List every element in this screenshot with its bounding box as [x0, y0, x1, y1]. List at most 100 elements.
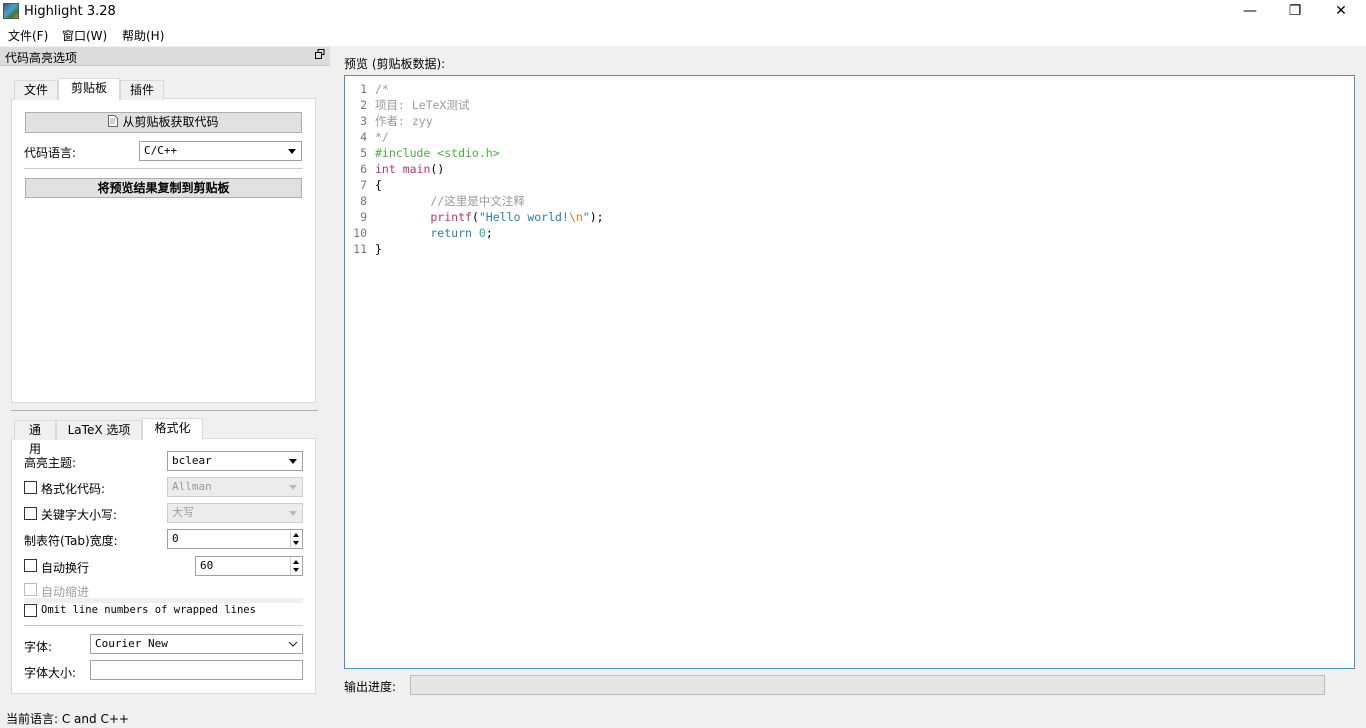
keyword-case-label: 关键字大小写:	[41, 508, 118, 522]
chevron-down-icon	[289, 485, 297, 490]
theme-label: 高亮主题:	[24, 456, 77, 470]
code-token: //这里是中文注释	[375, 194, 525, 208]
code-token: 0	[478, 226, 486, 240]
word-wrap-checkbox[interactable]	[24, 559, 37, 572]
format-code-checkbox[interactable]	[24, 481, 37, 494]
omit-line-numbers-label: Omit line numbers of wrapped lines	[41, 604, 256, 616]
code-line: 8 //这里是中文注释	[347, 193, 1347, 209]
code-token: 项目: LeTeX测试	[375, 98, 470, 112]
language-label: 代码语言:	[24, 146, 77, 160]
spin-buttons[interactable]	[290, 557, 302, 575]
word-wrap-label: 自动换行	[41, 561, 90, 575]
chevron-down-icon	[288, 149, 296, 154]
auto-indent-checkbox	[24, 583, 37, 596]
line-number: 6	[360, 162, 367, 176]
close-button[interactable]: ✕	[1318, 0, 1364, 24]
dock-title: 代码高亮选项	[5, 51, 78, 65]
title-bar	[0, 0, 1366, 24]
wrap-width-spinbox[interactable]: 60	[195, 556, 303, 576]
divider	[24, 168, 303, 169]
code-token: */	[375, 130, 389, 144]
font-size-input[interactable]	[90, 660, 303, 680]
code-token: #include <stdio.h>	[375, 146, 500, 160]
keyword-case-select: 大写	[167, 503, 303, 523]
code-token: "Hello world!	[478, 210, 569, 224]
tab-width-value: 0	[172, 532, 179, 545]
line-number: 2	[360, 98, 367, 112]
arrow-up-icon	[293, 560, 299, 564]
keyword-case-checkbox[interactable]	[24, 507, 37, 520]
window-title: Highlight 3.28	[24, 4, 116, 19]
maximize-button[interactable]: ❐	[1272, 0, 1318, 24]
copy-to-clipboard-button[interactable]: 将预览结果复制到剪贴板	[25, 178, 302, 198]
line-number: 4	[360, 130, 367, 144]
code-token: return	[375, 226, 472, 240]
menu-window[interactable]: 窗口(W)	[62, 27, 107, 44]
code-token: }	[375, 242, 382, 256]
progress-label: 输出进度:	[344, 680, 397, 694]
tab-general[interactable]: 通用	[14, 420, 56, 456]
format-code-label: 格式化代码:	[41, 482, 106, 496]
app-icon	[3, 3, 19, 19]
code-token: \n	[568, 210, 583, 224]
separator-band	[24, 598, 303, 603]
code-line: 10 return 0;	[347, 225, 1347, 241]
code-token: 作者: zyy	[375, 114, 433, 128]
tab-formatting[interactable]: 格式化	[142, 418, 203, 440]
tab-clipboard[interactable]: 剪贴板	[58, 78, 120, 100]
font-select[interactable]: Courier New	[90, 634, 303, 654]
language-select[interactable]: C/C++	[139, 141, 302, 161]
code-line: 2 项目: LeTeX测试	[347, 97, 1347, 113]
tab-plugins[interactable]: 插件	[120, 80, 164, 100]
code-line: 5 #include <stdio.h>	[347, 145, 1347, 161]
get-code-label: 从剪贴板获取代码	[122, 115, 219, 129]
status-text: 当前语言: C and C++	[6, 712, 129, 726]
code-token: int	[375, 162, 396, 176]
line-number: 11	[353, 242, 367, 256]
line-number: 1	[360, 82, 367, 96]
wrap-width-value: 60	[200, 559, 214, 572]
panel-splitter[interactable]	[11, 410, 318, 411]
document-icon	[108, 114, 119, 132]
code-line: 3 作者: zyy	[347, 113, 1347, 129]
code-token: {	[375, 178, 382, 192]
font-label: 字体:	[24, 640, 53, 654]
code-preview[interactable]: 1 /* 2 项目: LeTeX测试 3 作者: zyy 4 */ 5 #include <std…	[344, 75, 1355, 669]
line-number: 9	[360, 210, 367, 224]
omit-line-numbers-checkbox[interactable]	[24, 604, 37, 617]
code-token: /*	[375, 82, 389, 96]
code-line: 11}	[347, 241, 1347, 257]
code-line: 7{	[347, 177, 1347, 193]
line-number: 3	[360, 114, 367, 128]
arrow-up-icon	[293, 533, 299, 537]
line-number: 10	[353, 226, 367, 240]
code-token: );	[589, 210, 604, 224]
menu-help[interactable]: 帮助(H)	[122, 27, 164, 44]
menu-file[interactable]: 文件(F)	[8, 27, 48, 44]
tab-file[interactable]: 文件	[14, 80, 58, 100]
progress-bar	[410, 675, 1325, 695]
line-number: 7	[360, 178, 367, 192]
tab-latex-options[interactable]: LaTeX 选项	[56, 420, 142, 440]
code-token: ;	[485, 226, 493, 240]
theme-select[interactable]: bclear	[167, 451, 303, 471]
tab-width-spinbox[interactable]: 0	[167, 529, 303, 549]
theme-value: bclear	[172, 454, 212, 467]
spin-buttons[interactable]	[290, 530, 302, 548]
get-code-button[interactable]: 从剪贴板获取代码	[25, 112, 302, 133]
divider	[24, 625, 303, 626]
code-line: 1 /*	[347, 81, 1347, 97]
font-size-label: 字体大小:	[24, 666, 77, 680]
code-line: 4 */	[347, 129, 1347, 145]
line-number: 8	[360, 194, 367, 208]
minimize-button[interactable]: —	[1227, 0, 1273, 24]
chevron-down-icon	[289, 511, 297, 516]
code-line: 6 int main()	[347, 161, 1347, 177]
tab-width-label: 制表符(Tab)宽度:	[24, 534, 118, 548]
code-token: (	[471, 210, 479, 224]
float-icon[interactable]	[314, 49, 326, 61]
line-number: 5	[360, 146, 367, 160]
menu-bar	[0, 24, 1366, 46]
code-token: ()	[430, 162, 445, 176]
